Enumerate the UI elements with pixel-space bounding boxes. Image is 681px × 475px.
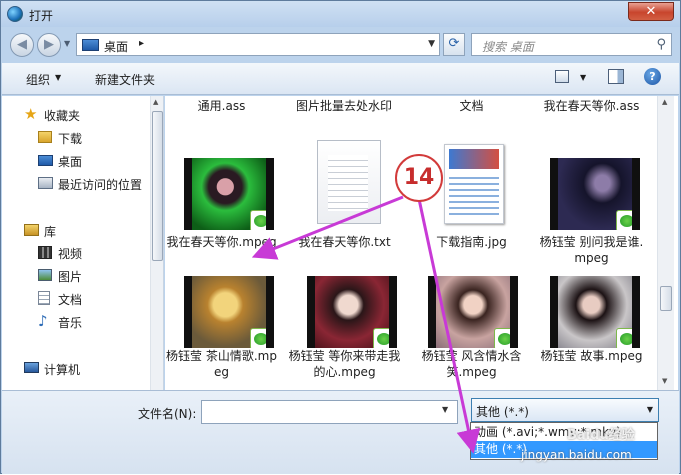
watermark-url: jingyan.baidu.com: [521, 448, 632, 462]
step-number-callout: 14: [395, 154, 443, 202]
annotation-arrow: [251, 195, 404, 260]
annotation-arrows: [251, 195, 481, 454]
baidu-watermark: Baidu经验 jingyan.baidu.com: [521, 424, 681, 474]
open-file-dialog: 打开 ✕ ◀ ▶ ▼ 桌面 ▸ ▼ ⟳ 搜索 桌面 ⚲ 组织 ▼ 新建文件夹 ▼…: [0, 0, 681, 474]
annotation-arrow: [417, 198, 481, 454]
watermark-brand: Baidu经验: [567, 428, 635, 443]
